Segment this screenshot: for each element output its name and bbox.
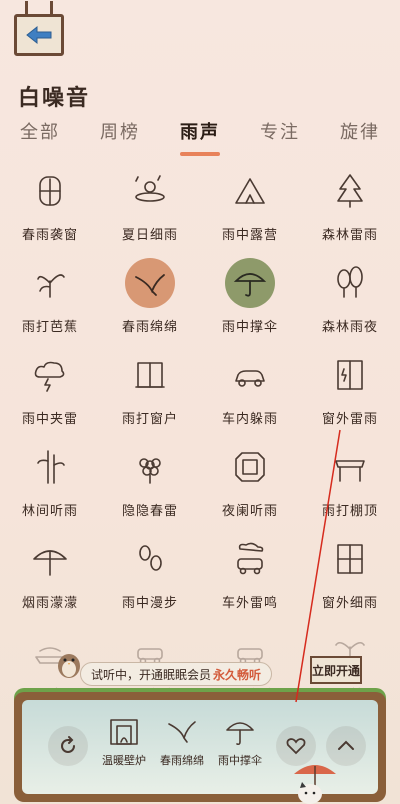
playing-item-spring-rain[interactable]: 春雨绵绵 xyxy=(152,714,212,768)
sound-item[interactable]: 夏日细雨 xyxy=(100,160,200,252)
car-icon xyxy=(235,370,265,387)
promo-emphasis: 永久畅听 xyxy=(213,667,262,682)
window-icon xyxy=(39,176,61,206)
sound-label: 林间听雨 xyxy=(21,504,78,519)
category-tabs: 全部 周榜 雨声 专注 旋律 xyxy=(0,118,400,156)
sound-item[interactable]: 林间听雨 xyxy=(0,436,100,528)
swallow-icon xyxy=(135,274,165,296)
sound-label: 雨中露营 xyxy=(221,228,278,243)
flower-icon xyxy=(139,458,161,484)
sound-item[interactable]: 雨打芭蕉 xyxy=(0,252,100,344)
open-membership-button[interactable]: 立即开通 xyxy=(310,656,362,684)
playing-item-fireplace[interactable]: 温暖壁炉 xyxy=(94,714,154,768)
sound-item[interactable]: 森林雷雨 xyxy=(300,160,400,252)
window-storm-icon xyxy=(337,360,363,390)
window-rain-icon xyxy=(135,362,165,388)
loop-button[interactable] xyxy=(48,726,88,766)
playing-item-label: 温暖壁炉 xyxy=(102,754,146,767)
tab-rain[interactable]: 雨声 xyxy=(180,118,220,156)
sound-grid: 春雨袭窗 夏日细雨 雨中露营 森林雷雨 雨打芭蕉 春雨绵绵 雨中撑伞 森林雨夜 … xyxy=(0,160,400,712)
footprints-icon xyxy=(139,545,162,571)
sound-label: 夜阑听雨 xyxy=(221,504,278,519)
sound-label: 夏日细雨 xyxy=(121,228,178,243)
car-storm-icon xyxy=(237,542,264,575)
tab-melody[interactable]: 旋律 xyxy=(340,118,380,150)
playing-item-label: 雨中撑伞 xyxy=(218,754,262,767)
tab-all[interactable]: 全部 xyxy=(20,118,60,150)
sound-label: 车内躲雨 xyxy=(221,412,278,427)
swallow-icon xyxy=(168,721,196,743)
sound-label: 雨中撑伞 xyxy=(221,320,278,335)
sound-item[interactable]: 雨打棚顶 xyxy=(300,436,400,528)
sound-label: 春雨绵绵 xyxy=(121,320,178,335)
sound-item[interactable]: 隐隐春雷 xyxy=(100,436,200,528)
sound-label: 窗外雷雨 xyxy=(321,412,378,427)
window-drizzle-icon xyxy=(337,544,363,574)
sound-item[interactable]: 窗外细雨 xyxy=(300,528,400,620)
sound-label: 雨打窗户 xyxy=(121,412,178,427)
sound-item[interactable]: 车内躲雨 xyxy=(200,344,300,436)
sound-item[interactable]: 窗外雷雨 xyxy=(300,344,400,436)
chevron-up-icon xyxy=(338,740,354,750)
sound-label: 窗外细雨 xyxy=(321,596,378,611)
umbrella-icon xyxy=(233,273,267,297)
sound-item[interactable]: 夜阑听雨 xyxy=(200,436,300,528)
playing-item-umbrella[interactable]: 雨中撑伞 xyxy=(210,714,270,768)
fireplace-icon xyxy=(110,719,138,745)
pine-tree-icon xyxy=(337,174,363,208)
sound-label: 雨中漫步 xyxy=(121,596,178,611)
sound-item[interactable]: 雨中夹雷 xyxy=(0,344,100,436)
promo-text: 试听中，开通眠眠会员 xyxy=(91,667,212,682)
sound-item[interactable]: 春雨袭窗 xyxy=(0,160,100,252)
sound-label: 森林雷雨 xyxy=(321,228,378,243)
sound-item[interactable]: 雨中露营 xyxy=(200,160,300,252)
paper-umbrella-icon xyxy=(33,550,67,576)
sound-label: 春雨袭窗 xyxy=(21,228,78,243)
refresh-icon xyxy=(61,736,75,753)
tab-weekly[interactable]: 周榜 xyxy=(100,118,140,150)
trial-promo-banner[interactable]: 试听中，开通眠眠会员 永久畅听 xyxy=(80,662,273,686)
sound-label: 雨打棚顶 xyxy=(321,504,378,519)
sound-label: 隐隐春雷 xyxy=(121,504,178,519)
cloud-thunder-icon xyxy=(34,361,65,392)
sound-label: 雨打芭蕉 xyxy=(21,320,78,335)
tent-icon xyxy=(235,178,265,204)
forest-icon xyxy=(337,266,363,298)
page-title: 白噪音 xyxy=(18,85,91,111)
bamboo-icon xyxy=(37,450,65,484)
heart-icon xyxy=(286,738,306,755)
sound-label: 车外雷鸣 xyxy=(221,596,278,611)
sound-item[interactable]: 车外雷鸣 xyxy=(200,528,300,620)
canopy-icon xyxy=(335,460,365,482)
playing-item-label: 春雨绵绵 xyxy=(160,754,204,767)
sound-item[interactable]: 春雨绵绵 xyxy=(100,252,200,344)
sound-label: 雨中夹雷 xyxy=(21,412,78,427)
back-button[interactable] xyxy=(14,1,64,56)
cat-mascot-icon xyxy=(294,765,336,804)
tab-focus[interactable]: 专注 xyxy=(260,118,300,150)
back-arrow-icon xyxy=(26,25,52,45)
umbrella-icon xyxy=(226,722,254,746)
lattice-window-icon xyxy=(235,452,265,482)
sound-label: 森林雨夜 xyxy=(321,320,378,335)
sound-item[interactable]: 雨中撑伞 xyxy=(200,252,300,344)
sound-item[interactable]: 雨中漫步 xyxy=(100,528,200,620)
sound-item[interactable]: 雨打窗户 xyxy=(100,344,200,436)
sound-item[interactable]: 森林雨夜 xyxy=(300,252,400,344)
banana-leaf-icon xyxy=(37,274,65,298)
top-bar xyxy=(0,0,400,70)
duck-icon xyxy=(135,175,165,202)
sound-item[interactable]: 烟雨濛濛 xyxy=(0,528,100,620)
sound-label: 烟雨濛濛 xyxy=(21,596,78,611)
